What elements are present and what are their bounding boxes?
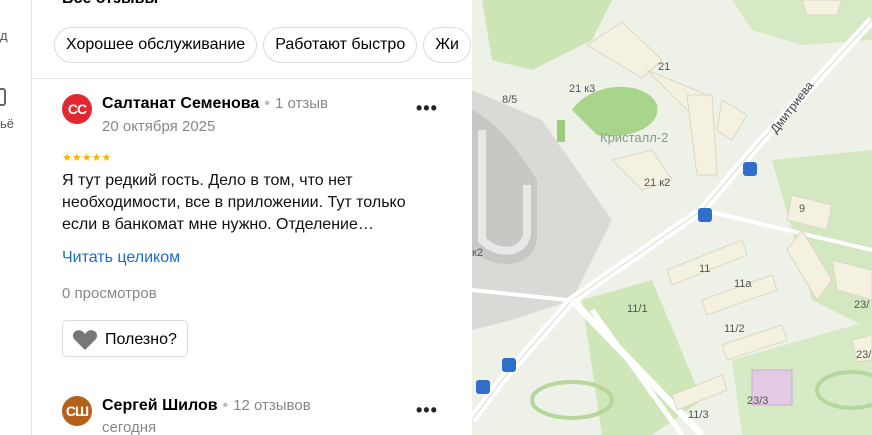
more-options-button[interactable]: ••• xyxy=(416,400,438,421)
review-date: 20 октября 2025 xyxy=(102,118,216,135)
review-tag-chips: Хорошее обслуживание Работают быстро Жи xyxy=(54,27,472,65)
rating-stars-icon: ★★★★★ xyxy=(62,152,112,164)
reviews-panel: Все отзывы Хорошее обслуживаниеРаботают … xyxy=(32,0,472,435)
svg-text:8/5: 8/5 xyxy=(502,94,517,106)
phone-icon[interactable] xyxy=(0,88,6,106)
svg-text:21 к3: 21 к3 xyxy=(569,83,595,95)
svg-text:11: 11 xyxy=(699,263,710,275)
read-more-link[interactable]: Читать целиком xyxy=(62,249,180,267)
sidebar-label-fragment: д xyxy=(0,28,8,43)
reviewer-review-count[interactable]: 12 отзывов xyxy=(233,397,311,414)
chip-good-service[interactable]: Хорошее обслуживание xyxy=(54,27,258,63)
reviewer-name-line: Салтанат Семенова • 1 отзыв xyxy=(102,95,328,112)
view-count: 0 просмотров xyxy=(62,285,157,302)
review-text: Я тут редкий гость. Дело в том, что нет … xyxy=(62,172,406,233)
avatar[interactable]: СШ xyxy=(62,396,92,426)
svg-text:Кристалл-2: Кристалл-2 xyxy=(600,130,668,145)
svg-text:21 к2: 21 к2 xyxy=(644,177,670,189)
reviewer-name[interactable]: Сергей Шилов xyxy=(102,397,218,414)
reviewer-review-count[interactable]: 1 отзыв xyxy=(275,95,328,112)
svg-text:23/3: 23/3 xyxy=(747,395,768,407)
svg-text:к2: к2 xyxy=(472,247,483,259)
svg-text:11/2: 11/2 xyxy=(724,323,745,335)
useful-label: Полезно? xyxy=(105,331,177,348)
avatar[interactable]: СС xyxy=(62,94,92,124)
more-options-button[interactable]: ••• xyxy=(416,98,438,119)
panel-title: Все отзывы xyxy=(62,0,158,8)
review-date: сегодня xyxy=(102,419,157,435)
svg-text:23/: 23/ xyxy=(856,349,872,361)
map-view[interactable]: 21 21 к3 8/5 Кристалл-2 21 к2 9 11 11а к… xyxy=(472,0,872,435)
useful-button[interactable]: Полезно? xyxy=(62,320,188,357)
sidebar-label-fragment: ьё xyxy=(0,116,15,131)
left-sidebar-strip: д ьё xyxy=(0,0,32,435)
svg-text:11а: 11а xyxy=(734,278,752,290)
chip-work-fast[interactable]: Работают быстро xyxy=(263,27,418,63)
svg-text:11/3: 11/3 xyxy=(688,409,709,421)
reviewer-name[interactable]: Салтанат Семенова xyxy=(102,95,259,112)
chip-truncated[interactable]: Жи xyxy=(423,27,471,63)
heart-icon xyxy=(72,330,98,350)
reviewer-name-line: Сергей Шилов • 12 отзывов xyxy=(102,397,311,414)
svg-text:23/: 23/ xyxy=(854,299,870,311)
svg-text:Дмитриева: Дмитриева xyxy=(767,78,816,135)
divider xyxy=(32,78,472,79)
svg-text:11/1: 11/1 xyxy=(627,303,648,315)
svg-text:9: 9 xyxy=(799,203,805,215)
map-canvas[interactable]: 21 21 к3 8/5 Кристалл-2 21 к2 9 11 11а к… xyxy=(472,0,872,435)
svg-text:21: 21 xyxy=(658,61,670,73)
